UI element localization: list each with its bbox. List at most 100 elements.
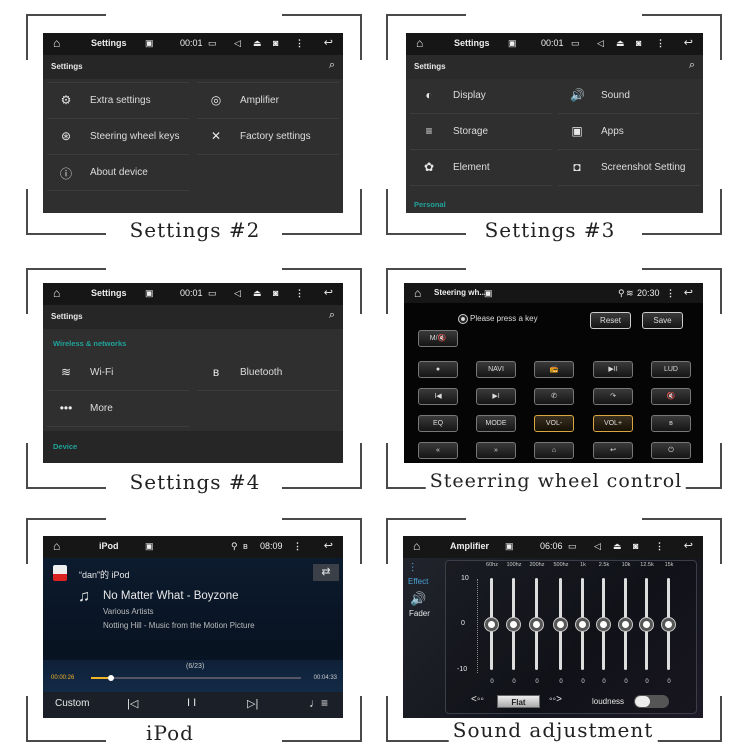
volume-icon[interactable]: ◁ (597, 38, 604, 49)
band-knob[interactable] (640, 618, 653, 631)
menu-icon[interactable]: ⋮ (666, 288, 675, 299)
volume-icon[interactable]: ◁ (234, 288, 241, 299)
screen-icon[interactable]: ◙ (273, 38, 278, 48)
steering-key-button[interactable]: NAVI (476, 361, 516, 378)
menu-icon[interactable]: ⋮ (293, 541, 302, 552)
back-icon[interactable]: ↩ (684, 286, 693, 299)
settings-item-bluetooth[interactable]: ʙ Bluetooth (197, 355, 339, 391)
settings-item-apps[interactable]: ▣ Apps (558, 114, 700, 150)
preset-flat-button[interactable]: Flat (497, 695, 540, 708)
settings-item-more[interactable]: ••• More (47, 391, 189, 427)
screen-icon[interactable]: ◙ (273, 288, 278, 298)
preset-next-button[interactable]: ◦◦> (549, 694, 562, 705)
back-icon[interactable]: ↩ (684, 539, 693, 552)
band-knob[interactable] (530, 618, 543, 631)
settings-item-element[interactable]: ✿ Element (410, 150, 552, 186)
settings-item-extra-gear[interactable]: ⚙ Extra settings (47, 83, 189, 119)
reset-button[interactable]: Reset (590, 312, 631, 329)
settings-item-sound[interactable]: 🔊 Sound (558, 78, 700, 114)
home-icon[interactable]: ⌂ (53, 286, 60, 300)
settings-item-info[interactable]: ⓘ About device (47, 155, 189, 191)
mode-mute-button[interactable]: M/🔇 (418, 330, 458, 347)
band-knob[interactable] (597, 618, 610, 631)
steering-key-button[interactable]: MODE (476, 415, 516, 432)
steering-key-button[interactable]: « (418, 442, 458, 459)
loudness-toggle[interactable] (634, 695, 669, 708)
steering-key-button[interactable]: 📻 (534, 361, 574, 378)
home-icon[interactable]: ⌂ (53, 36, 60, 50)
back-icon[interactable]: ↩ (324, 539, 333, 552)
steering-key-button[interactable]: ● (418, 361, 458, 378)
volume-icon[interactable]: ◁ (234, 38, 241, 49)
settings-item-tools[interactable]: ✕ Factory settings (197, 119, 339, 155)
settings-item-wifi[interactable]: ≋ Wi-Fi (47, 355, 189, 391)
back-icon[interactable]: ↩ (324, 286, 333, 299)
steering-key-button[interactable]: EQ (418, 415, 458, 432)
pause-button[interactable]: I I (187, 697, 196, 709)
band-knob[interactable] (507, 618, 520, 631)
steering-key-button[interactable]: » (476, 442, 516, 459)
card-icon[interactable]: ▭ (208, 38, 217, 49)
volume-icon[interactable]: ◁ (594, 541, 601, 552)
band-knob[interactable] (554, 618, 567, 631)
preset-prev-button[interactable]: <◦◦ (471, 694, 484, 705)
back-icon[interactable]: ↩ (684, 36, 693, 49)
shuffle-button[interactable]: ⇄ (313, 564, 339, 581)
band-knob[interactable] (576, 618, 589, 631)
steering-key-button[interactable]: ⌂ (534, 442, 574, 459)
playlist-button[interactable]: ♩≡ (309, 696, 328, 710)
progress-slider[interactable] (91, 675, 301, 681)
effect-icon[interactable]: ⫶ (411, 561, 414, 576)
search-icon[interactable]: ⌕ (689, 59, 695, 72)
menu-icon[interactable]: ⋮ (655, 541, 664, 552)
eject-icon[interactable]: ⏏ (613, 541, 622, 552)
wifi-icon[interactable]: ≋ (626, 288, 634, 299)
steering-key-button[interactable]: ⏻ (651, 442, 691, 459)
back-icon[interactable]: ↩ (324, 36, 333, 49)
card-icon[interactable]: ▭ (568, 541, 577, 552)
search-icon[interactable]: ⌕ (329, 309, 335, 322)
menu-icon[interactable]: ⋮ (295, 38, 304, 49)
card-icon[interactable]: ▭ (571, 38, 580, 49)
settings-item-storage[interactable]: ≡ Storage (410, 114, 552, 150)
home-icon[interactable]: ⌂ (413, 539, 420, 553)
menu-icon[interactable]: ⋮ (656, 38, 665, 49)
screen-icon[interactable]: ◙ (636, 38, 641, 48)
home-icon[interactable]: ⌂ (416, 36, 423, 50)
band-knob[interactable] (662, 618, 675, 631)
settings-item-amplifier[interactable]: ◎ Amplifier (197, 83, 339, 119)
steering-key-button[interactable]: ▶I (476, 388, 516, 405)
bluetooth-icon[interactable]: ʙ (243, 541, 248, 551)
location-icon[interactable]: ⚲ (231, 541, 238, 552)
next-button[interactable]: ▷| (247, 697, 258, 710)
band-knob[interactable] (485, 618, 498, 631)
steering-key-button[interactable]: ʙ (651, 415, 691, 432)
location-icon[interactable]: ⚲ (618, 288, 625, 299)
settings-item-steering-wheel[interactable]: ⊛ Steering wheel keys (47, 119, 189, 155)
save-button[interactable]: Save (642, 312, 683, 329)
settings-item-display[interactable]: ◐ Display (410, 78, 552, 114)
menu-icon[interactable]: ⋮ (295, 288, 304, 299)
settings-item-camera[interactable]: ◘ Screenshot Setting (558, 150, 700, 186)
steering-key-button[interactable]: 🔇 (651, 388, 691, 405)
eject-icon[interactable]: ⏏ (616, 38, 625, 49)
steering-key-button[interactable]: ↩ (593, 442, 633, 459)
steering-key-button[interactable]: ↷ (593, 388, 633, 405)
search-icon[interactable]: ⌕ (329, 59, 335, 72)
home-icon[interactable]: ⌂ (414, 286, 421, 300)
previous-button[interactable]: |◁ (127, 697, 138, 710)
custom-eq-button[interactable]: Custom (55, 698, 89, 709)
screen-icon[interactable]: ◙ (633, 541, 638, 551)
fader-tab[interactable]: Fader (409, 609, 430, 618)
eject-icon[interactable]: ⏏ (253, 288, 262, 299)
eject-icon[interactable]: ⏏ (253, 38, 262, 49)
band-knob[interactable] (619, 618, 632, 631)
steering-key-button[interactable]: I◀ (418, 388, 458, 405)
effect-tab[interactable]: Effect (408, 577, 428, 586)
steering-key-button[interactable]: ✆ (534, 388, 574, 405)
progress-thumb[interactable] (107, 675, 114, 681)
steering-key-button[interactable]: VOL+ (593, 415, 633, 432)
steering-key-button[interactable]: LUD (651, 361, 691, 378)
home-icon[interactable]: ⌂ (53, 539, 60, 553)
steering-key-button[interactable]: ▶II (593, 361, 633, 378)
